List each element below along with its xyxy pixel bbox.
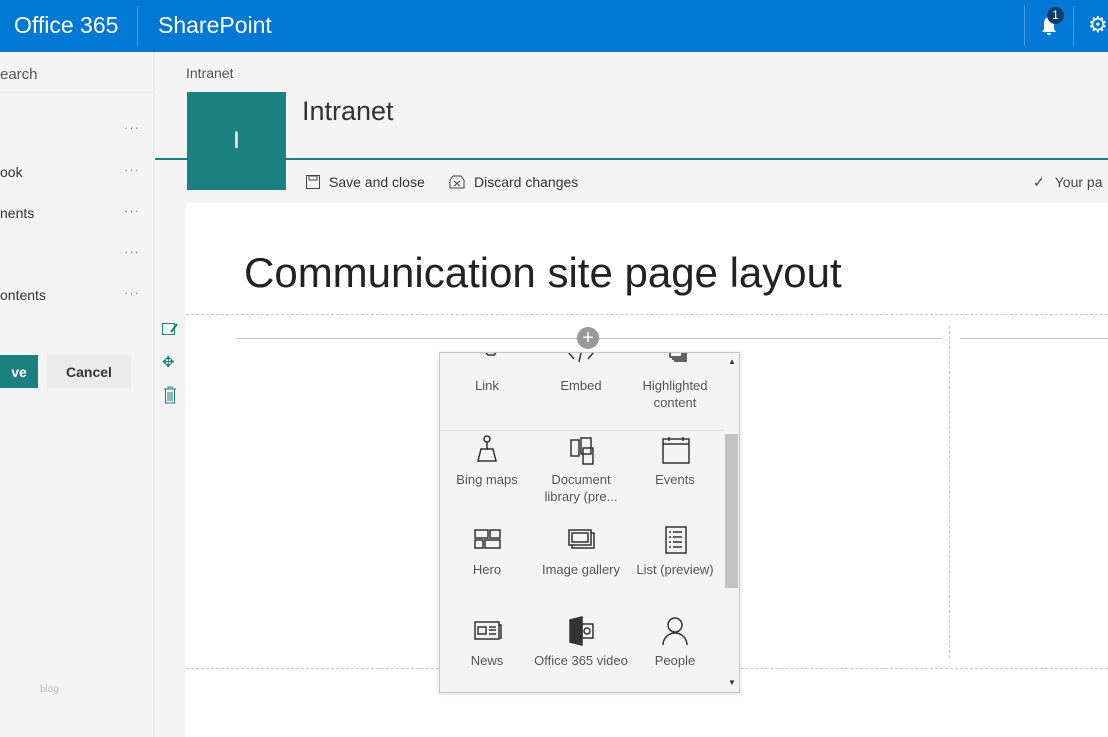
webpart-tile-label: Link [475,378,499,393]
site-logo[interactable]: I [187,92,286,190]
cancel-button[interactable]: Cancel [47,355,131,388]
section-border [186,314,1108,315]
list-icon [665,526,687,554]
site-title[interactable]: Intranet [302,96,394,127]
nav-item[interactable]: ook [0,164,23,180]
link-icon [485,353,497,356]
save-and-close-label: Save and close [329,174,425,190]
scroll-up-icon[interactable]: ▲ [728,357,736,366]
webpart-tile-events[interactable]: Events [628,435,722,488]
webpart-tile-document-library-pre[interactable]: Document library (pre... [534,435,628,505]
page-title[interactable]: Communication site page layout [244,249,842,297]
edit-icon [162,323,178,335]
webpart-tile-embed[interactable]: Embed [534,353,628,394]
more-icon[interactable]: ··· [124,203,140,218]
embed-icon [568,353,594,363]
header-rule [155,158,1108,160]
product-title[interactable]: SharePoint [158,12,272,39]
webpart-tile-label: Office 365 video [534,653,628,668]
trash-icon [164,386,176,404]
image-gallery-icon [568,529,595,549]
webpart-tile-label: People [654,653,696,668]
webpart-tile-label: Embed [560,378,602,393]
webpart-toolbox: Link Embed Highlighted content Bing maps Doc… [439,352,740,693]
webpart-tile-label: List (preview) [636,562,714,577]
save-status-text: Your pa [1054,174,1103,190]
nav-item[interactable]: ontents [0,287,46,303]
hero-icon [474,529,501,549]
move-icon[interactable]: ✥ [162,353,175,371]
webpart-tile-people[interactable]: People [628,616,722,669]
breadcrumb[interactable]: Intranet [186,65,233,81]
save-button[interactable]: ve [0,355,38,388]
person-icon [662,617,688,646]
scrollbar-thumb[interactable] [725,434,738,588]
highlighted-content-icon [669,353,687,362]
left-navigation: earch ··· ook ··· nents ··· ··· ontents … [0,52,153,737]
delete-section-button[interactable] [163,386,177,409]
discard-icon [449,175,465,189]
webpart-tile-label: Bing maps [456,472,518,487]
webpart-tile-label: Highlighted content [642,378,708,410]
more-icon[interactable]: ··· [124,120,140,135]
app-launcher-title[interactable]: Office 365 [14,12,118,39]
map-pin-icon [477,435,497,462]
calendar-icon [662,437,690,464]
notifications-button[interactable]: 1 [1040,7,1064,41]
discard-changes-button[interactable]: Discard changes [448,174,578,190]
webpart-tile-label: Hero [472,562,502,577]
divider [1073,6,1074,46]
notification-badge: 1 [1047,7,1064,24]
nav-item[interactable]: nents [0,205,34,221]
gear-icon[interactable]: ⚙ [1088,12,1108,38]
save-status: ✓ Your pa [1033,174,1102,191]
divider [440,430,724,431]
nav-footer: blog [40,684,59,695]
document-library-icon [570,437,594,465]
more-icon[interactable]: ··· [124,244,140,259]
webpart-tile-label: Image gallery [541,562,621,577]
more-icon[interactable]: ··· [124,162,140,177]
search-box[interactable]: earch [0,66,38,83]
webpart-tile-label: News [470,653,504,668]
news-icon [474,621,502,640]
webpart-tile-office-365-video[interactable]: Office 365 video [534,616,628,669]
divider [153,52,155,737]
more-icon[interactable]: ··· [124,285,140,300]
scroll-down-icon[interactable]: ▼ [728,678,736,687]
video-icon [569,616,594,646]
webpart-tile-list-preview[interactable]: List (preview) [628,525,722,578]
divider [1024,6,1025,46]
column-border [949,326,950,658]
divider [0,92,153,93]
webpart-tile-label: Document library (pre... [544,472,618,504]
save-and-close-button[interactable]: Save and close [305,174,425,190]
column-divider-line [960,338,1108,339]
webpart-tile-news[interactable]: News [440,616,534,669]
edit-section-button[interactable] [161,320,179,343]
webpart-tile-image-gallery[interactable]: Image gallery [534,525,628,578]
discard-changes-label: Discard changes [474,174,579,190]
webpart-tile-link[interactable]: Link [440,353,534,394]
divider [137,6,138,46]
scrollbar[interactable]: ▲ ▼ [724,353,739,692]
webpart-tile-bing-maps[interactable]: Bing maps [440,435,534,488]
checkmark-icon: ✓ [1033,174,1045,190]
add-webpart-button[interactable]: + [577,327,599,349]
save-icon [306,175,320,189]
webpart-tile-highlighted-content[interactable]: Highlighted content [628,353,722,411]
webpart-tile-hero[interactable]: Hero [440,525,534,578]
webpart-tile-label: Events [655,472,695,487]
suite-bar: Office 365 SharePoint 1 ⚙ [0,0,1108,52]
